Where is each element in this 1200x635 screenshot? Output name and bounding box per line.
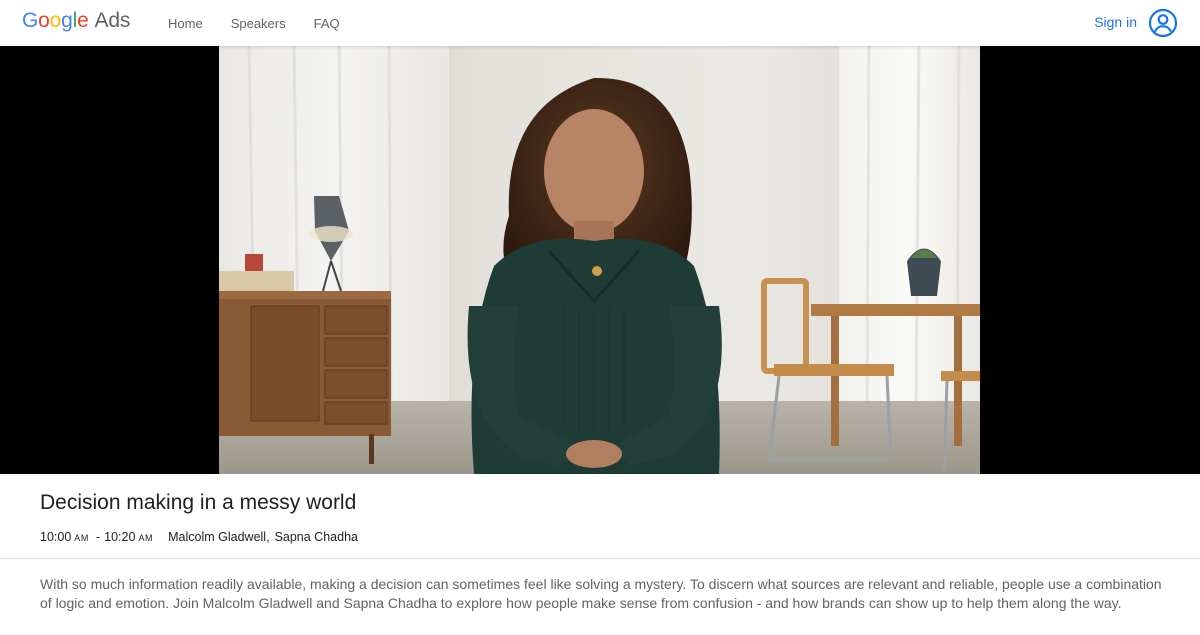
sign-in-link[interactable]: Sign in — [1094, 14, 1137, 30]
end-period: AM — [138, 533, 154, 543]
time-separator: - — [95, 530, 101, 544]
session-title: Decision making in a messy world — [40, 491, 357, 514]
nav-faq[interactable]: FAQ — [314, 16, 340, 31]
session-description: With so much information readily availab… — [40, 576, 1162, 611]
main-nav: Home Speakers FAQ — [168, 0, 368, 46]
speaker-video-still — [219, 46, 980, 474]
start-time: 10:00 — [40, 530, 72, 544]
account-circle-icon[interactable] — [1148, 8, 1178, 38]
divider — [0, 558, 1200, 559]
google-ads-logo[interactable]: Google Ads — [22, 9, 130, 37]
start-period: AM — [74, 533, 89, 543]
speaker-name[interactable]: Sapna Chadha — [275, 530, 358, 544]
nav-speakers[interactable]: Speakers — [231, 16, 286, 31]
top-app-bar: Google Ads Home Speakers FAQ Sign in — [0, 0, 1200, 46]
product-name: Ads — [94, 9, 131, 32]
session-meta: 10:00 AM - 10:20 AM Malcolm Gladwell, Sa… — [40, 530, 358, 544]
end-time: 10:20 — [104, 530, 136, 544]
nav-home[interactable]: Home — [168, 16, 203, 31]
google-wordmark: Google — [22, 9, 89, 32]
video-frame[interactable] — [219, 46, 980, 474]
speaker-name[interactable]: Malcolm Gladwell, — [168, 530, 269, 544]
video-player[interactable] — [0, 46, 1200, 474]
